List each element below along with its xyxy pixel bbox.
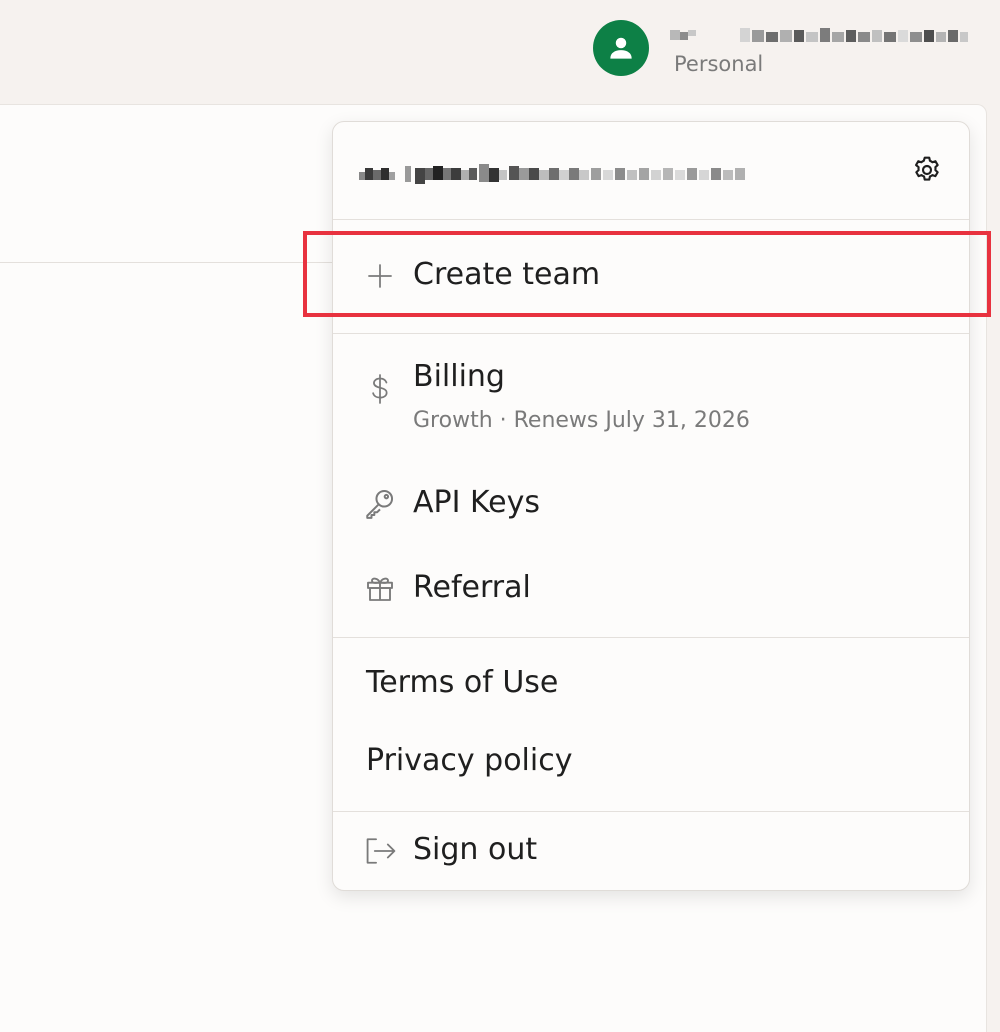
api-keys-label: API Keys — [413, 485, 541, 520]
avatar[interactable] — [593, 20, 649, 76]
account-menu: Create team Billing Growth · Renews July… — [332, 121, 970, 891]
create-team-item[interactable]: Create team — [333, 220, 969, 333]
referral-item[interactable]: Referral — [333, 556, 969, 620]
redacted-email — [359, 164, 745, 184]
divider — [333, 811, 969, 812]
sign-out-icon — [363, 834, 397, 868]
privacy-policy-label: Privacy policy — [366, 743, 573, 778]
settings-button[interactable] — [909, 152, 945, 188]
panel-divider — [0, 262, 340, 263]
billing-label: Billing — [413, 359, 505, 394]
referral-label: Referral — [413, 570, 531, 605]
gift-icon — [363, 571, 397, 605]
email-row — [333, 122, 969, 219]
terms-of-use-link[interactable]: Terms of Use — [333, 652, 969, 720]
billing-item[interactable]: Billing Growth · Renews July 31, 2026 — [333, 352, 969, 452]
terms-of-use-label: Terms of Use — [366, 665, 559, 700]
plan-label: Personal — [674, 52, 764, 76]
privacy-policy-link[interactable]: Privacy policy — [333, 730, 969, 798]
divider — [333, 637, 969, 638]
app-page: Personal Create team Billing Growth · Re… — [0, 0, 1000, 1032]
gear-icon — [915, 156, 939, 181]
api-keys-item[interactable]: API Keys — [333, 472, 969, 536]
user-icon — [610, 37, 632, 59]
sign-out-label: Sign out — [413, 832, 538, 867]
create-team-label: Create team — [413, 257, 601, 292]
redacted-user-name — [670, 28, 968, 42]
dollar-icon — [363, 372, 397, 406]
key-icon — [363, 486, 397, 520]
plus-icon — [363, 259, 397, 293]
top-bar: Personal — [0, 0, 1000, 104]
sign-out-button[interactable]: Sign out — [333, 818, 969, 884]
billing-plan-status: Growth · Renews July 31, 2026 — [413, 408, 750, 433]
divider — [333, 333, 969, 334]
